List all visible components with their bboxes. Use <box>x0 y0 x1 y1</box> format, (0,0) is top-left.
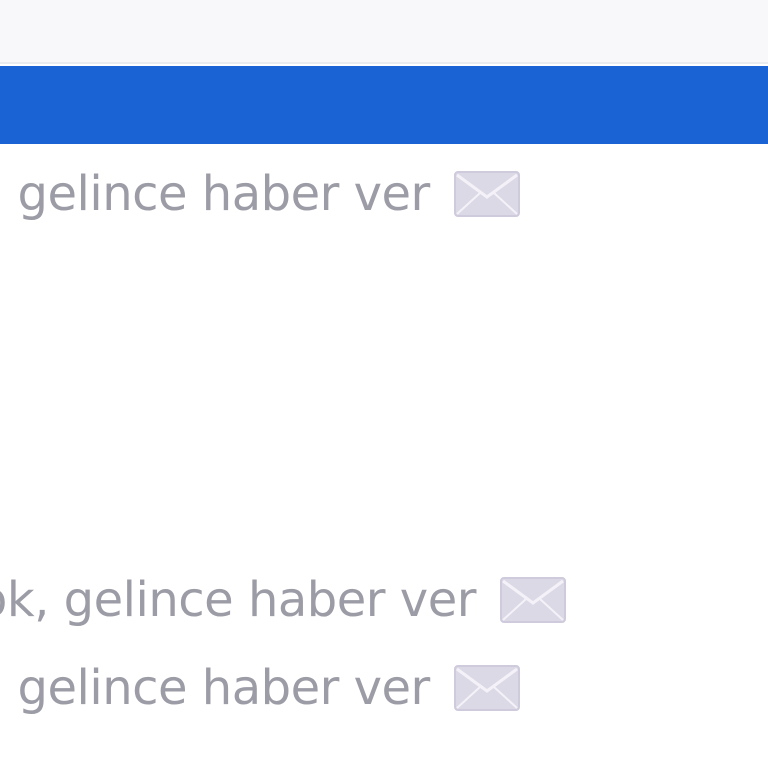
stock-notice-row[interactable]: ok, gelince haber ver <box>0 572 566 628</box>
stock-notice-row[interactable]: , gelince haber ver <box>0 166 520 222</box>
blue-header-bar <box>0 66 768 144</box>
stock-notice-text: , gelince haber ver <box>0 660 430 716</box>
page: , gelince haber ver ok, gelince haber ve… <box>0 0 768 768</box>
stock-notice-text: , gelince haber ver <box>0 166 430 222</box>
envelope-icon[interactable] <box>453 665 520 711</box>
top-strip <box>0 0 768 64</box>
envelope-icon[interactable] <box>453 171 520 217</box>
stock-notice-text: ok, gelince haber ver <box>0 572 476 628</box>
envelope-icon[interactable] <box>499 577 566 623</box>
stock-notice-row[interactable]: , gelince haber ver <box>0 660 520 716</box>
